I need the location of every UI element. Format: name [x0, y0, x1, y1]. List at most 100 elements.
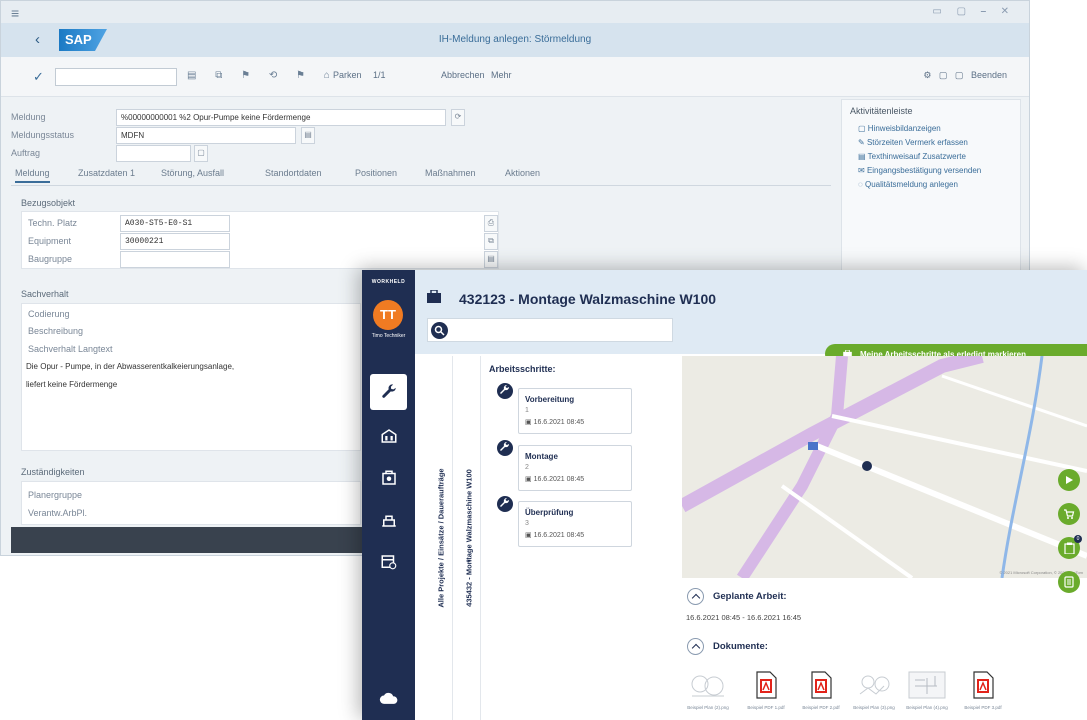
nav-equipment[interactable]: [370, 502, 407, 538]
activity-item-5[interactable]: ◌ Qualitätsmeldung anlegen: [858, 180, 958, 189]
tab-stoerung[interactable]: Störung, Ausfall: [161, 168, 224, 178]
meldung-help-icon[interactable]: ⟳: [451, 109, 465, 126]
step-card-vorbereitung[interactable]: Vorbereitung 1 ▣ 16.6.2021 08:45: [518, 388, 632, 434]
document-label: Beispiel Plan (4).png: [906, 705, 948, 710]
step-number: 1: [525, 407, 529, 414]
document-item[interactable]: Beispiel Plan (4).png: [905, 670, 949, 710]
workheld-logo: WORKHELD: [371, 279, 406, 285]
beschreibung-label: Beschreibung: [28, 326, 84, 336]
cloud-sync-icon[interactable]: [379, 690, 399, 709]
search-icon[interactable]: [431, 322, 448, 339]
breadcrumb-all-projects[interactable]: Alle Projekte / Einsätze / Daueraufträge: [429, 356, 453, 720]
activity-item-3[interactable]: ▤ Texthinweisauf Zusatzwerte: [858, 152, 966, 161]
avatar[interactable]: TT: [373, 300, 403, 330]
meldung-field[interactable]: %00000000001 %2 Opur-Pumpe keine Förderm…: [116, 109, 446, 126]
document-item[interactable]: Beispiel PDF 1.pdf: [744, 670, 788, 710]
wrench-icon: [381, 384, 396, 398]
tab-aktionen[interactable]: Aktionen: [505, 168, 540, 178]
report-button[interactable]: [1058, 571, 1080, 593]
start-button[interactable]: [1058, 469, 1080, 491]
collapse-planned-button[interactable]: [687, 588, 704, 605]
sachverhalt-box: Codierung Beschreibung Sachverhalt Langt…: [21, 303, 361, 451]
auftrag-detail-icon[interactable]: ▢: [194, 145, 208, 162]
auftrag-label: Auftrag: [11, 148, 41, 158]
activity-item-4[interactable]: ✉ Eingangsbestätigung versenden: [858, 166, 981, 175]
activity-item-2[interactable]: ✎ Störzeiten Vermerk erfassen: [858, 138, 968, 147]
tab-positionen[interactable]: Positionen: [355, 168, 397, 178]
tab-meldung[interactable]: Meldung: [15, 168, 50, 183]
briefcase-icon: [427, 290, 441, 303]
activity-item-label: Texthinweisauf Zusatzwerte: [867, 152, 966, 161]
baugruppe-field[interactable]: [120, 251, 230, 268]
toolbar-icons[interactable]: ▤ ⧉ ⚑ ⟲ ⚑ ⌂: [187, 70, 338, 81]
collapse-documents-button[interactable]: [687, 638, 704, 655]
bezugsobjekt-title: Bezugsobjekt: [21, 198, 76, 208]
activity-sidebar-title: Aktivitätenleiste: [850, 106, 913, 116]
menu-icon[interactable]: ≡: [11, 5, 19, 21]
nav-work-orders[interactable]: [370, 374, 407, 410]
step-number: 2: [525, 464, 529, 471]
sap-toolbar: ✓ ▤ ⧉ ⚑ ⟲ ⚑ ⌂ Parken 1/1 Abbrechen Mehr …: [1, 57, 1029, 97]
calendar-clock-icon: [381, 555, 396, 570]
machine-icon: [381, 515, 396, 527]
search-input[interactable]: [452, 321, 670, 339]
list-icon[interactable]: ▤: [484, 251, 498, 268]
document-icon: [1064, 576, 1074, 588]
material-cart-button[interactable]: [1058, 503, 1080, 525]
confirm-icon[interactable]: ✓: [33, 69, 44, 85]
document-item[interactable]: Beispiel Plan (3).png: [852, 670, 896, 710]
location-map[interactable]: © 2021 Microsoft Corporation, © 2021 Tom…: [682, 356, 1087, 578]
tab-massnahmen[interactable]: Maßnahmen: [425, 168, 476, 178]
sap-tab-strip: Meldung Zusatzdaten 1 Störung, Ausfall S…: [11, 164, 831, 186]
checklist-button[interactable]: 0: [1058, 535, 1082, 559]
beenden-label: Beenden: [970, 70, 1007, 80]
print-icon[interactable]: ⎙: [484, 215, 498, 232]
clipboard-icon: [1063, 542, 1075, 554]
document-item[interactable]: Beispiel PDF 2.pdf: [799, 670, 843, 710]
pdf-file-icon: [811, 671, 832, 699]
activity-item-1[interactable]: ▢ Hinweisbildanzeigen: [858, 124, 941, 133]
checklist-count-badge: 0: [1074, 535, 1082, 543]
document-item[interactable]: Beispiel PDF 3.pdf: [961, 670, 1005, 710]
command-field[interactable]: [55, 68, 177, 86]
techn-platz-field[interactable]: A030-ST5-E0-S1: [120, 215, 230, 232]
document-label: Beispiel Plan (2).png: [687, 705, 729, 710]
equipment-field[interactable]: 30000221: [120, 233, 230, 250]
nav-calendar[interactable]: [370, 544, 407, 580]
zustaendigkeiten-title: Zuständigkeiten: [21, 467, 85, 477]
workheld-main: 432123 - Montage Walzmaschine W100 Meine…: [415, 270, 1087, 720]
list-toggle-icon[interactable]: ≡: [466, 556, 471, 565]
copy-icon[interactable]: ⧉: [484, 233, 498, 250]
techn-platz-label: Techn. Platz: [28, 218, 78, 228]
tab-zusatzdaten[interactable]: Zusatzdaten 1: [78, 168, 135, 178]
step-card-ueberpruefung[interactable]: Überprüfung 3 ▣ 16.6.2021 08:45: [518, 501, 632, 547]
document-item[interactable]: Beispiel Plan (2).png: [686, 670, 730, 710]
status-detail-icon[interactable]: ▤: [301, 127, 315, 144]
abbrechen-button[interactable]: Abbrechen: [441, 70, 485, 80]
langtext-line-2[interactable]: liefert keine Fördermenge: [26, 380, 117, 389]
status-field: MDFN: [116, 127, 296, 144]
mehr-button[interactable]: Mehr: [491, 70, 512, 80]
beenden-button[interactable]: ⚙ ▢ ▢ Beenden: [923, 70, 1007, 81]
bezugsobjekt-box: Techn. Platz A030-ST5-E0-S1 Equipment 30…: [21, 211, 499, 269]
pager-text: 1/1: [373, 70, 386, 80]
parken-button[interactable]: Parken: [333, 70, 362, 80]
tab-standortdaten[interactable]: Standortdaten: [265, 168, 322, 178]
window-controls[interactable]: ▭ ▢ ⎯ ✕: [932, 6, 1015, 17]
auftrag-field[interactable]: [116, 145, 191, 162]
step-card-montage[interactable]: Montage 2 ▣ 16.6.2021 08:45: [518, 445, 632, 491]
breadcrumb-current-order[interactable]: 435432 - Montage Walzmaschine W100: [457, 356, 481, 720]
nav-inventory[interactable]: [370, 460, 407, 496]
zustaendigkeiten-box: Planergruppe Verantw.ArbPl.: [21, 481, 361, 525]
planergruppe-label: Planergruppe: [28, 490, 83, 500]
activity-item-label: Hinweisbildanzeigen: [867, 124, 941, 133]
step-date: ▣ 16.6.2021 08:45: [525, 419, 585, 426]
step-name: Vorbereitung: [525, 395, 575, 404]
nav-facilities[interactable]: [370, 418, 407, 454]
breadcrumb-all-label: Alle Projekte / Einsätze / Daueraufträge: [436, 468, 445, 608]
langtext-line-1[interactable]: Die Opur - Pumpe, in der Abwasserentkalk…: [26, 362, 234, 371]
step-wrench-icon: [497, 496, 513, 512]
image-thumbnail-icon: [859, 675, 890, 695]
workheld-window: WORKHELD TT Timo Techniker 432123 - Mont…: [362, 270, 1087, 720]
step-number: 3: [525, 520, 529, 527]
